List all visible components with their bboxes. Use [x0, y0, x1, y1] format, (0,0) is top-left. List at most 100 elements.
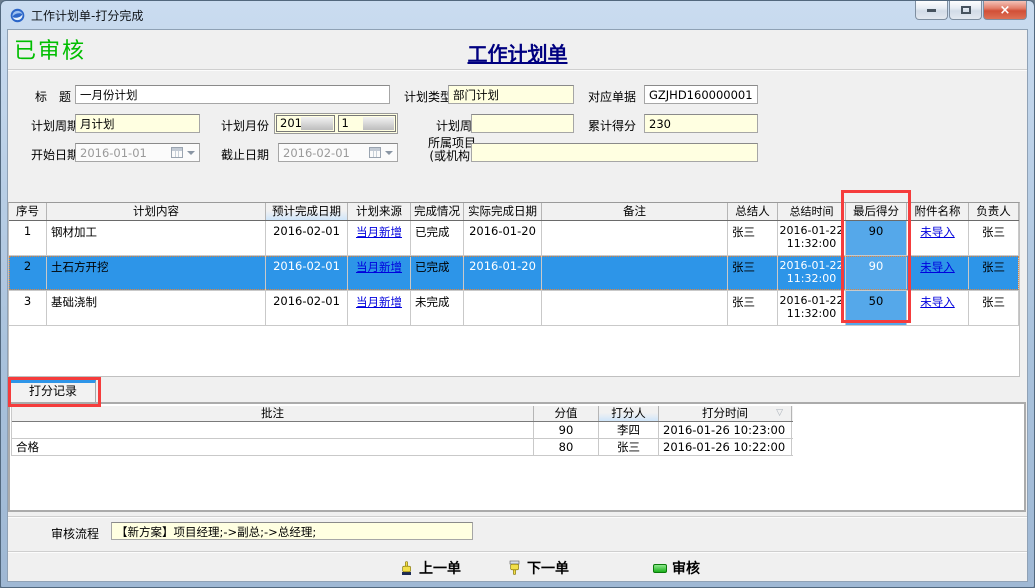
cell-expected-date: 2016-02-01 [266, 256, 348, 290]
hand-down-icon [507, 560, 522, 576]
cell-actual-date: 2016-01-20 [464, 256, 542, 290]
close-icon: × [1000, 2, 1011, 19]
cell-summary-time: 2016-01-22 11:32:00 [778, 256, 846, 290]
previous-order-button[interactable]: 上一单 [399, 558, 461, 578]
source-link[interactable]: 当月新增 [356, 260, 402, 274]
col-header-scorer[interactable]: 打分人 [599, 406, 659, 421]
maximize-button[interactable] [949, 1, 982, 20]
close-button[interactable]: × [983, 1, 1027, 20]
client-area: 已审核 工作计划单 标 题 一月份计划 计划类型 部门计划 对应单据 GZJHD… [7, 29, 1028, 582]
col-header-summarizer[interactable]: 总结人 [728, 203, 778, 220]
cell-content: 土石方开挖 [47, 256, 266, 290]
month-label: 计划月份 [221, 117, 269, 134]
col-header-final-score[interactable]: 最后得分 [846, 203, 907, 220]
cell-content: 基础浇制 [47, 291, 266, 325]
plan-type-label: 计划类型 [404, 88, 452, 105]
cell-status: 已完成 [411, 221, 464, 255]
cell-owner: 张三 [969, 256, 1019, 290]
start-date-value: 2016-01-01 [80, 144, 171, 161]
cell-summarizer: 张三 [728, 221, 778, 255]
plan-row-3[interactable]: 3 基础浇制 2016-02-01 当月新增 未完成 张三 2016-01-22… [9, 291, 1019, 326]
divider-top [8, 69, 1027, 71]
col-header-seq[interactable]: 序号 [9, 203, 47, 220]
cum-score-label: 累计得分 [588, 117, 636, 134]
col-header-content[interactable]: 计划内容 [47, 203, 266, 220]
cell-seq: 3 [9, 291, 47, 325]
plan-row-2-selected[interactable]: 2 土石方开挖 2016-02-01 当月新增 已完成 2016-01-20 张… [9, 256, 1019, 291]
doc-input[interactable]: GZJHD160000001 [644, 85, 758, 104]
title-input[interactable]: 一月份计划 [75, 85, 390, 104]
title-label: 标 题 [35, 88, 71, 105]
tab-score-records[interactable]: 打分记录 [10, 380, 96, 402]
cum-score-field[interactable]: 230 [644, 114, 758, 133]
week-label: 计划周 [436, 117, 472, 134]
cell-score: 90 [534, 422, 599, 438]
minimize-icon [927, 9, 936, 12]
start-date-label: 开始日期 [31, 146, 79, 163]
col-header-source[interactable]: 计划来源 [348, 203, 411, 220]
week-field[interactable] [471, 114, 574, 133]
col-header-remark[interactable]: 备注 [542, 203, 728, 220]
col-header-attachment[interactable]: 附件名称 [907, 203, 969, 220]
col-header-actual-date[interactable]: 实际完成日期 [464, 203, 542, 220]
score-table-header: 批注 分值 打分人 打分时间 ▽ [12, 406, 793, 422]
dropdown-arrow-icon [187, 151, 195, 159]
cell-scorer: 张三 [599, 439, 659, 455]
start-date-picker[interactable]: 2016-01-01 [75, 143, 200, 162]
plan-type-field[interactable]: 部门计划 [448, 85, 574, 104]
project-field[interactable] [471, 143, 758, 162]
plan-month-group: 2016 1 [274, 113, 398, 134]
sort-desc-icon: ▽ [776, 408, 783, 419]
plan-table: 序号 计划内容 预计完成日期 计划来源 完成情况 实际完成日期 备注 总结人 总… [8, 202, 1020, 377]
col-header-owner[interactable]: 负责人 [969, 203, 1019, 220]
cell-final-score: 90 [846, 256, 907, 290]
minimize-button[interactable] [915, 1, 948, 20]
cell-expected-date: 2016-02-01 [266, 291, 348, 325]
cell-summarizer: 张三 [728, 256, 778, 290]
cell-score-time: 2016-01-26 10:23:00 [659, 422, 792, 438]
attachment-link[interactable]: 未导入 [920, 260, 955, 274]
cell-expected-date: 2016-02-01 [266, 221, 348, 255]
cell-status: 未完成 [411, 291, 464, 325]
divider-bottom [8, 551, 1027, 553]
col-header-expected-date[interactable]: 预计完成日期 [266, 203, 348, 220]
plan-row-1[interactable]: 1 钢材加工 2016-02-01 当月新增 已完成 2016-01-20 张三… [9, 221, 1019, 256]
cell-comment [12, 422, 534, 438]
cell-final-score: 50 [846, 291, 907, 325]
col-header-summary-time[interactable]: 总结时间 [778, 203, 846, 220]
cell-seq: 1 [9, 221, 47, 255]
previous-order-label: 上一单 [419, 558, 461, 578]
next-order-button[interactable]: 下一单 [507, 558, 569, 578]
col-header-status[interactable]: 完成情况 [411, 203, 464, 220]
cell-owner: 张三 [969, 221, 1019, 255]
attachment-link[interactable]: 未导入 [920, 225, 955, 239]
doc-label: 对应单据 [588, 88, 636, 105]
end-date-picker[interactable]: 2016-02-01 [278, 143, 398, 162]
maximize-icon [961, 6, 971, 14]
col-header-comment[interactable]: 批注 [12, 406, 534, 421]
source-link[interactable]: 当月新增 [356, 225, 402, 239]
cell-summary-time: 2016-01-22 11:32:00 [778, 221, 846, 255]
cycle-field[interactable]: 月计划 [75, 114, 200, 133]
attachment-link[interactable]: 未导入 [920, 295, 955, 309]
score-row-1[interactable]: 90 李四 2016-01-26 10:23:00 [12, 422, 793, 439]
col-header-score[interactable]: 分值 [534, 406, 599, 421]
year-spinner[interactable]: 2016 [276, 115, 335, 132]
dropdown-arrow-icon [385, 151, 393, 159]
cell-remark [542, 256, 728, 290]
next-order-label: 下一单 [527, 558, 569, 578]
source-link[interactable]: 当月新增 [356, 295, 402, 309]
col-header-score-time[interactable]: 打分时间 ▽ [659, 406, 792, 421]
month-spinner[interactable]: 1 [338, 115, 397, 132]
score-row-2[interactable]: 合格 80 张三 2016-01-26 10:22:00 [12, 439, 793, 456]
cell-owner: 张三 [969, 291, 1019, 325]
audit-button[interactable]: 审核 [653, 558, 700, 578]
audit-green-icon [653, 564, 667, 573]
cell-scorer: 李四 [599, 422, 659, 438]
review-flow-field[interactable]: 【新方案】项目经理;->副总;->总经理; [111, 522, 473, 540]
cell-comment: 合格 [12, 439, 534, 455]
cell-actual-date [464, 291, 542, 325]
calendar-icon [171, 147, 183, 158]
cell-score-time: 2016-01-26 10:22:00 [659, 439, 792, 455]
hand-up-icon [399, 560, 414, 576]
